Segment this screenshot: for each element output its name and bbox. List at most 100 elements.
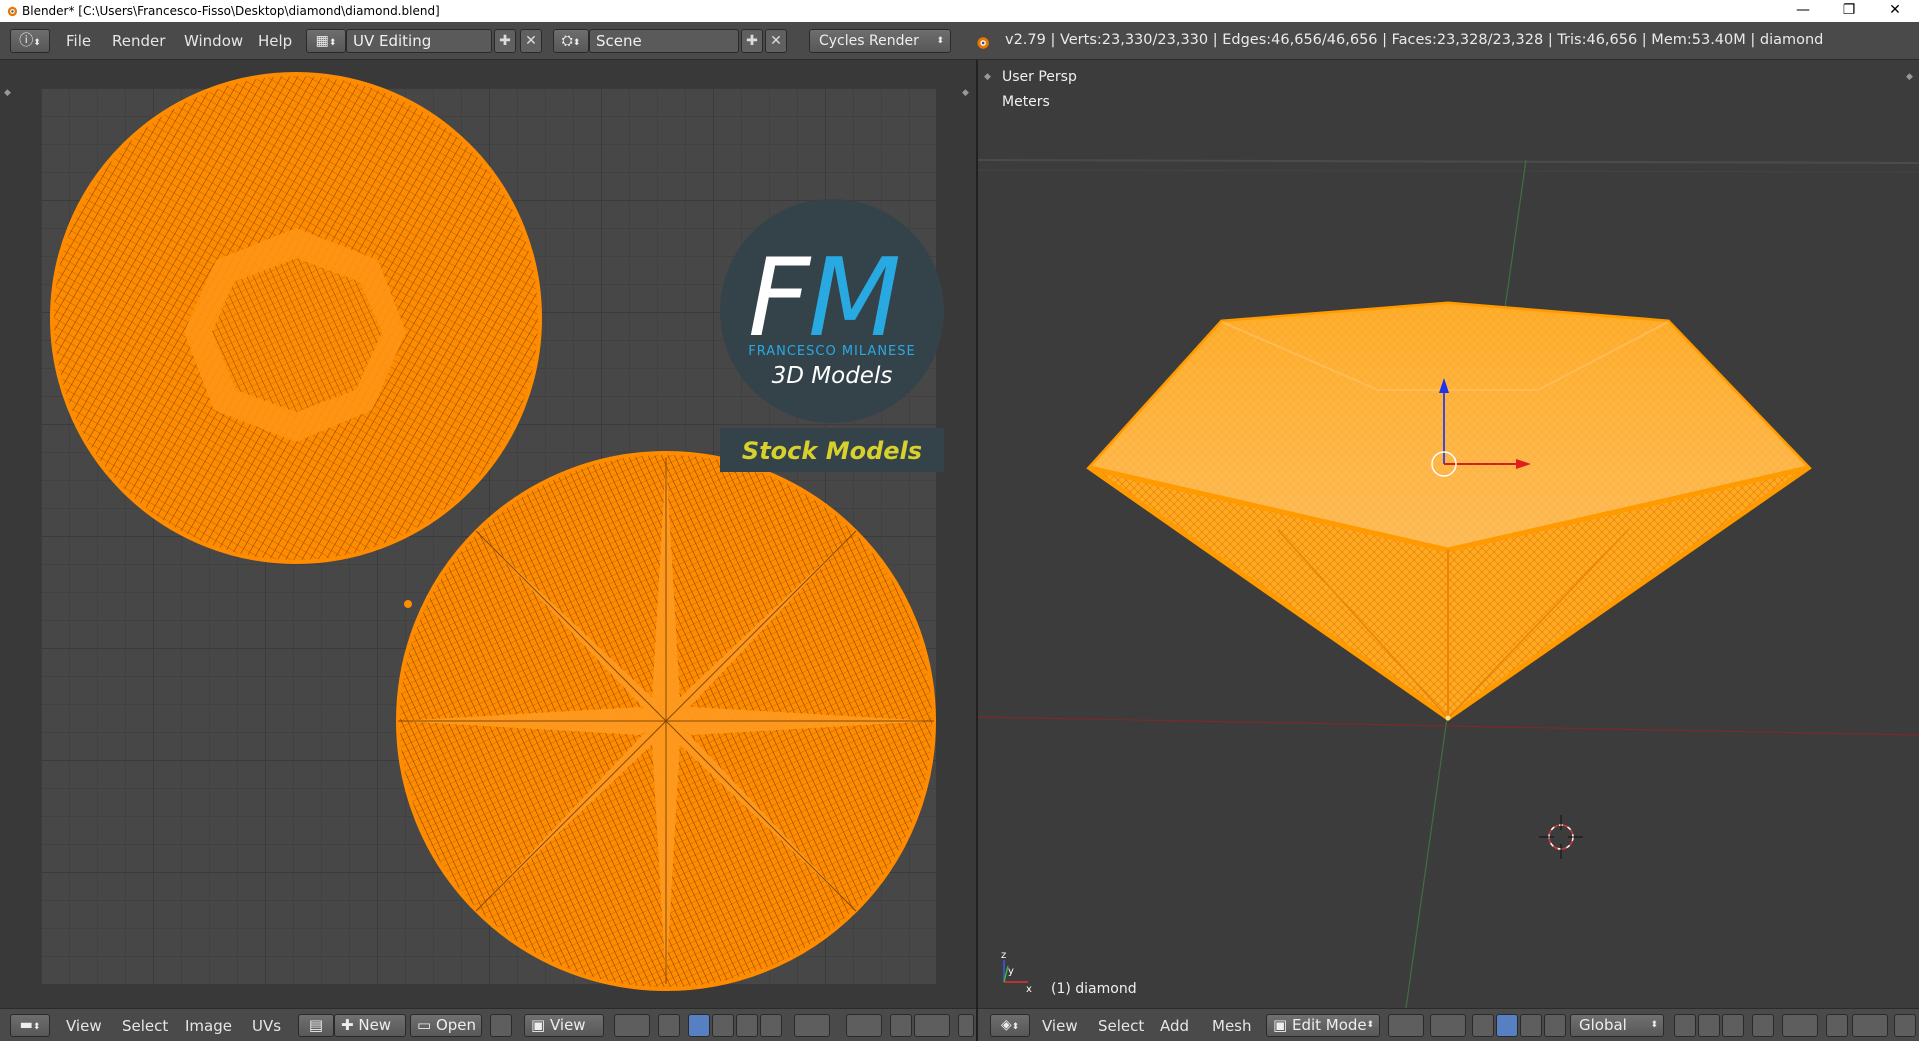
sync-selection-icon[interactable] bbox=[658, 1014, 680, 1037]
menu-view[interactable]: View bbox=[1042, 1017, 1078, 1035]
svg-text:y: y bbox=[1008, 966, 1014, 977]
svg-text:z: z bbox=[1001, 950, 1006, 961]
snap-icon[interactable] bbox=[1826, 1014, 1848, 1037]
plus-icon: ✚ bbox=[499, 33, 511, 49]
edge-select-icon[interactable] bbox=[712, 1014, 734, 1037]
pivot-point-icon[interactable] bbox=[614, 1014, 650, 1037]
render-engine-dropdown[interactable]: Cycles Render ⬍ bbox=[809, 29, 951, 53]
layout-grid-icon: ▦ bbox=[315, 33, 329, 49]
watermark-banner: Stock Models bbox=[742, 437, 922, 465]
close-icon: ✕ bbox=[525, 33, 537, 49]
editor-type-button[interactable]: ⓘ⬍ bbox=[10, 29, 50, 53]
menu-select[interactable]: Select bbox=[1098, 1017, 1144, 1035]
open-image-label: Open bbox=[435, 1016, 477, 1034]
shading-mode-icon[interactable] bbox=[1388, 1014, 1424, 1037]
face-select-icon[interactable] bbox=[1722, 1014, 1744, 1037]
render-engine-label: Cycles Render bbox=[819, 33, 919, 49]
window-title: Blender* [C:\Users\Francesco-Fisso\Deskt… bbox=[22, 4, 440, 18]
image-browse-button[interactable]: ▤ bbox=[298, 1014, 334, 1037]
pivot-point-icon[interactable] bbox=[1430, 1014, 1466, 1037]
close-button[interactable]: ✕ bbox=[1872, 0, 1918, 22]
new-image-label: New bbox=[358, 1016, 392, 1034]
dropdown-arrow-icon: ⬍ bbox=[1650, 1020, 1658, 1030]
menu-image[interactable]: Image bbox=[185, 1017, 232, 1035]
overflow-icon[interactable] bbox=[1894, 1014, 1916, 1037]
sticky-selection-icon[interactable] bbox=[794, 1014, 830, 1037]
menu-mesh[interactable]: Mesh bbox=[1212, 1017, 1252, 1035]
translate-manipulator-icon[interactable] bbox=[1496, 1014, 1518, 1037]
overflow-icon[interactable] bbox=[958, 1014, 974, 1037]
menu-render[interactable]: Render bbox=[112, 32, 165, 50]
delete-screen-button[interactable]: ✕ bbox=[520, 29, 542, 53]
proportional-edit-icon[interactable] bbox=[1782, 1014, 1818, 1037]
new-image-button[interactable]: ✚ New bbox=[334, 1014, 406, 1037]
editor-type-button[interactable]: ◈⬍ bbox=[990, 1014, 1030, 1037]
snap-icon[interactable] bbox=[890, 1014, 912, 1037]
edge-select-icon[interactable] bbox=[1698, 1014, 1720, 1037]
orientation-label: Global bbox=[1579, 1016, 1627, 1034]
diamond-mesh[interactable] bbox=[1086, 301, 1812, 722]
scene-statistics: v2.79 | Verts:23,330/23,330 | Edges:46,6… bbox=[1005, 32, 1824, 48]
info-icon: ⓘ bbox=[19, 33, 34, 49]
menu-select[interactable]: Select bbox=[122, 1017, 168, 1035]
proportional-edit-icon[interactable] bbox=[846, 1014, 882, 1037]
menu-view[interactable]: View bbox=[66, 1017, 102, 1035]
menu-window[interactable]: Window bbox=[184, 32, 243, 50]
uv-island-crown[interactable] bbox=[50, 72, 542, 608]
image-editor-icon: ▬ bbox=[19, 1017, 33, 1033]
add-scene-button[interactable]: ✚ bbox=[741, 29, 763, 53]
window-title-bar: Blender* [C:\Users\Francesco-Fisso\Deskt… bbox=[0, 0, 1919, 22]
watermark-letter-m: M bbox=[808, 236, 901, 361]
manipulator-toggle-icon[interactable] bbox=[1472, 1014, 1494, 1037]
scale-manipulator-icon[interactable] bbox=[1544, 1014, 1566, 1037]
image-icon: ▤ bbox=[308, 1016, 324, 1034]
minimize-button[interactable]: — bbox=[1780, 0, 1826, 22]
transform-orientation-dropdown[interactable]: Global ⬍ bbox=[1570, 1014, 1664, 1037]
face-select-icon[interactable] bbox=[736, 1014, 758, 1037]
3d-cursor[interactable] bbox=[1539, 815, 1583, 859]
scene-icon: ⛭ bbox=[561, 33, 573, 49]
pin-icon[interactable] bbox=[490, 1014, 512, 1037]
rotate-manipulator-icon[interactable] bbox=[1520, 1014, 1542, 1037]
watermark-logo: F M FRANCESCO MILANESE 3D Models Stock M… bbox=[720, 199, 944, 472]
menu-file[interactable]: File bbox=[66, 32, 91, 50]
watermark-brand: FRANCESCO MILANESE bbox=[748, 344, 915, 359]
delete-scene-button[interactable]: ✕ bbox=[765, 29, 787, 53]
interaction-mode-dropdown[interactable]: ▣ Edit Mode ⬍ bbox=[1266, 1014, 1380, 1037]
restore-button[interactable]: ❐ bbox=[1826, 0, 1872, 22]
plus-icon: ✚ bbox=[341, 1016, 354, 1034]
menu-add[interactable]: Add bbox=[1160, 1017, 1189, 1035]
uv-island-pavilion[interactable] bbox=[396, 451, 936, 991]
open-image-button[interactable]: ▭ Open bbox=[410, 1014, 482, 1037]
snap-target-icon[interactable] bbox=[914, 1014, 950, 1037]
island-select-icon[interactable] bbox=[760, 1014, 782, 1037]
view-mode-label: View bbox=[549, 1016, 586, 1034]
watermark-tagline: 3D Models bbox=[772, 363, 893, 389]
active-object-label: (1) diamond bbox=[1051, 981, 1137, 997]
axis-gizmo: z y x bbox=[1001, 950, 1032, 995]
add-screen-button[interactable]: ✚ bbox=[494, 29, 516, 53]
folder-icon: ▭ bbox=[417, 1016, 432, 1034]
viewport-scene[interactable]: z y x bbox=[978, 60, 1919, 1008]
info-header: ⓘ⬍ File Render Window Help ▦⬍ UV Editing… bbox=[0, 22, 1919, 60]
uv-image-editor[interactable]: ◆ ◆ F M FRANCESCO MILANESE 3D Models Sto… bbox=[0, 60, 976, 1008]
view-mode-icon: ▣ bbox=[531, 1016, 546, 1034]
svg-text:x: x bbox=[1026, 984, 1032, 995]
scene-field[interactable]: Scene bbox=[589, 29, 739, 53]
3d-viewport[interactable]: ◆ ◆ User Persp Meters z y x (1) diamond bbox=[978, 60, 1919, 1008]
uv-editor-header: ▬⬍ View Select Image UVs ▤ ✚ New ▭ Open … bbox=[0, 1008, 976, 1041]
editor-type-button[interactable]: ▬⬍ bbox=[10, 1014, 50, 1037]
scene-browse-button[interactable]: ⛭⬍ bbox=[553, 29, 589, 53]
screen-layout-browse-button[interactable]: ▦⬍ bbox=[306, 29, 346, 53]
menu-help[interactable]: Help bbox=[258, 32, 292, 50]
uv-layout[interactable]: F M FRANCESCO MILANESE 3D Models Stock M… bbox=[0, 60, 976, 1008]
menu-uvs[interactable]: UVs bbox=[252, 1017, 281, 1035]
vertex-select-icon[interactable] bbox=[688, 1014, 710, 1037]
interaction-mode-label: Edit Mode bbox=[1291, 1016, 1367, 1034]
watermark-letter-f: F bbox=[748, 236, 812, 361]
screen-layout-field[interactable]: UV Editing bbox=[346, 29, 492, 53]
vertex-select-icon[interactable] bbox=[1674, 1014, 1696, 1037]
view-mode-dropdown[interactable]: ▣ View bbox=[524, 1014, 604, 1037]
snap-target-icon[interactable] bbox=[1852, 1014, 1888, 1037]
limit-selection-icon[interactable] bbox=[1752, 1014, 1774, 1037]
